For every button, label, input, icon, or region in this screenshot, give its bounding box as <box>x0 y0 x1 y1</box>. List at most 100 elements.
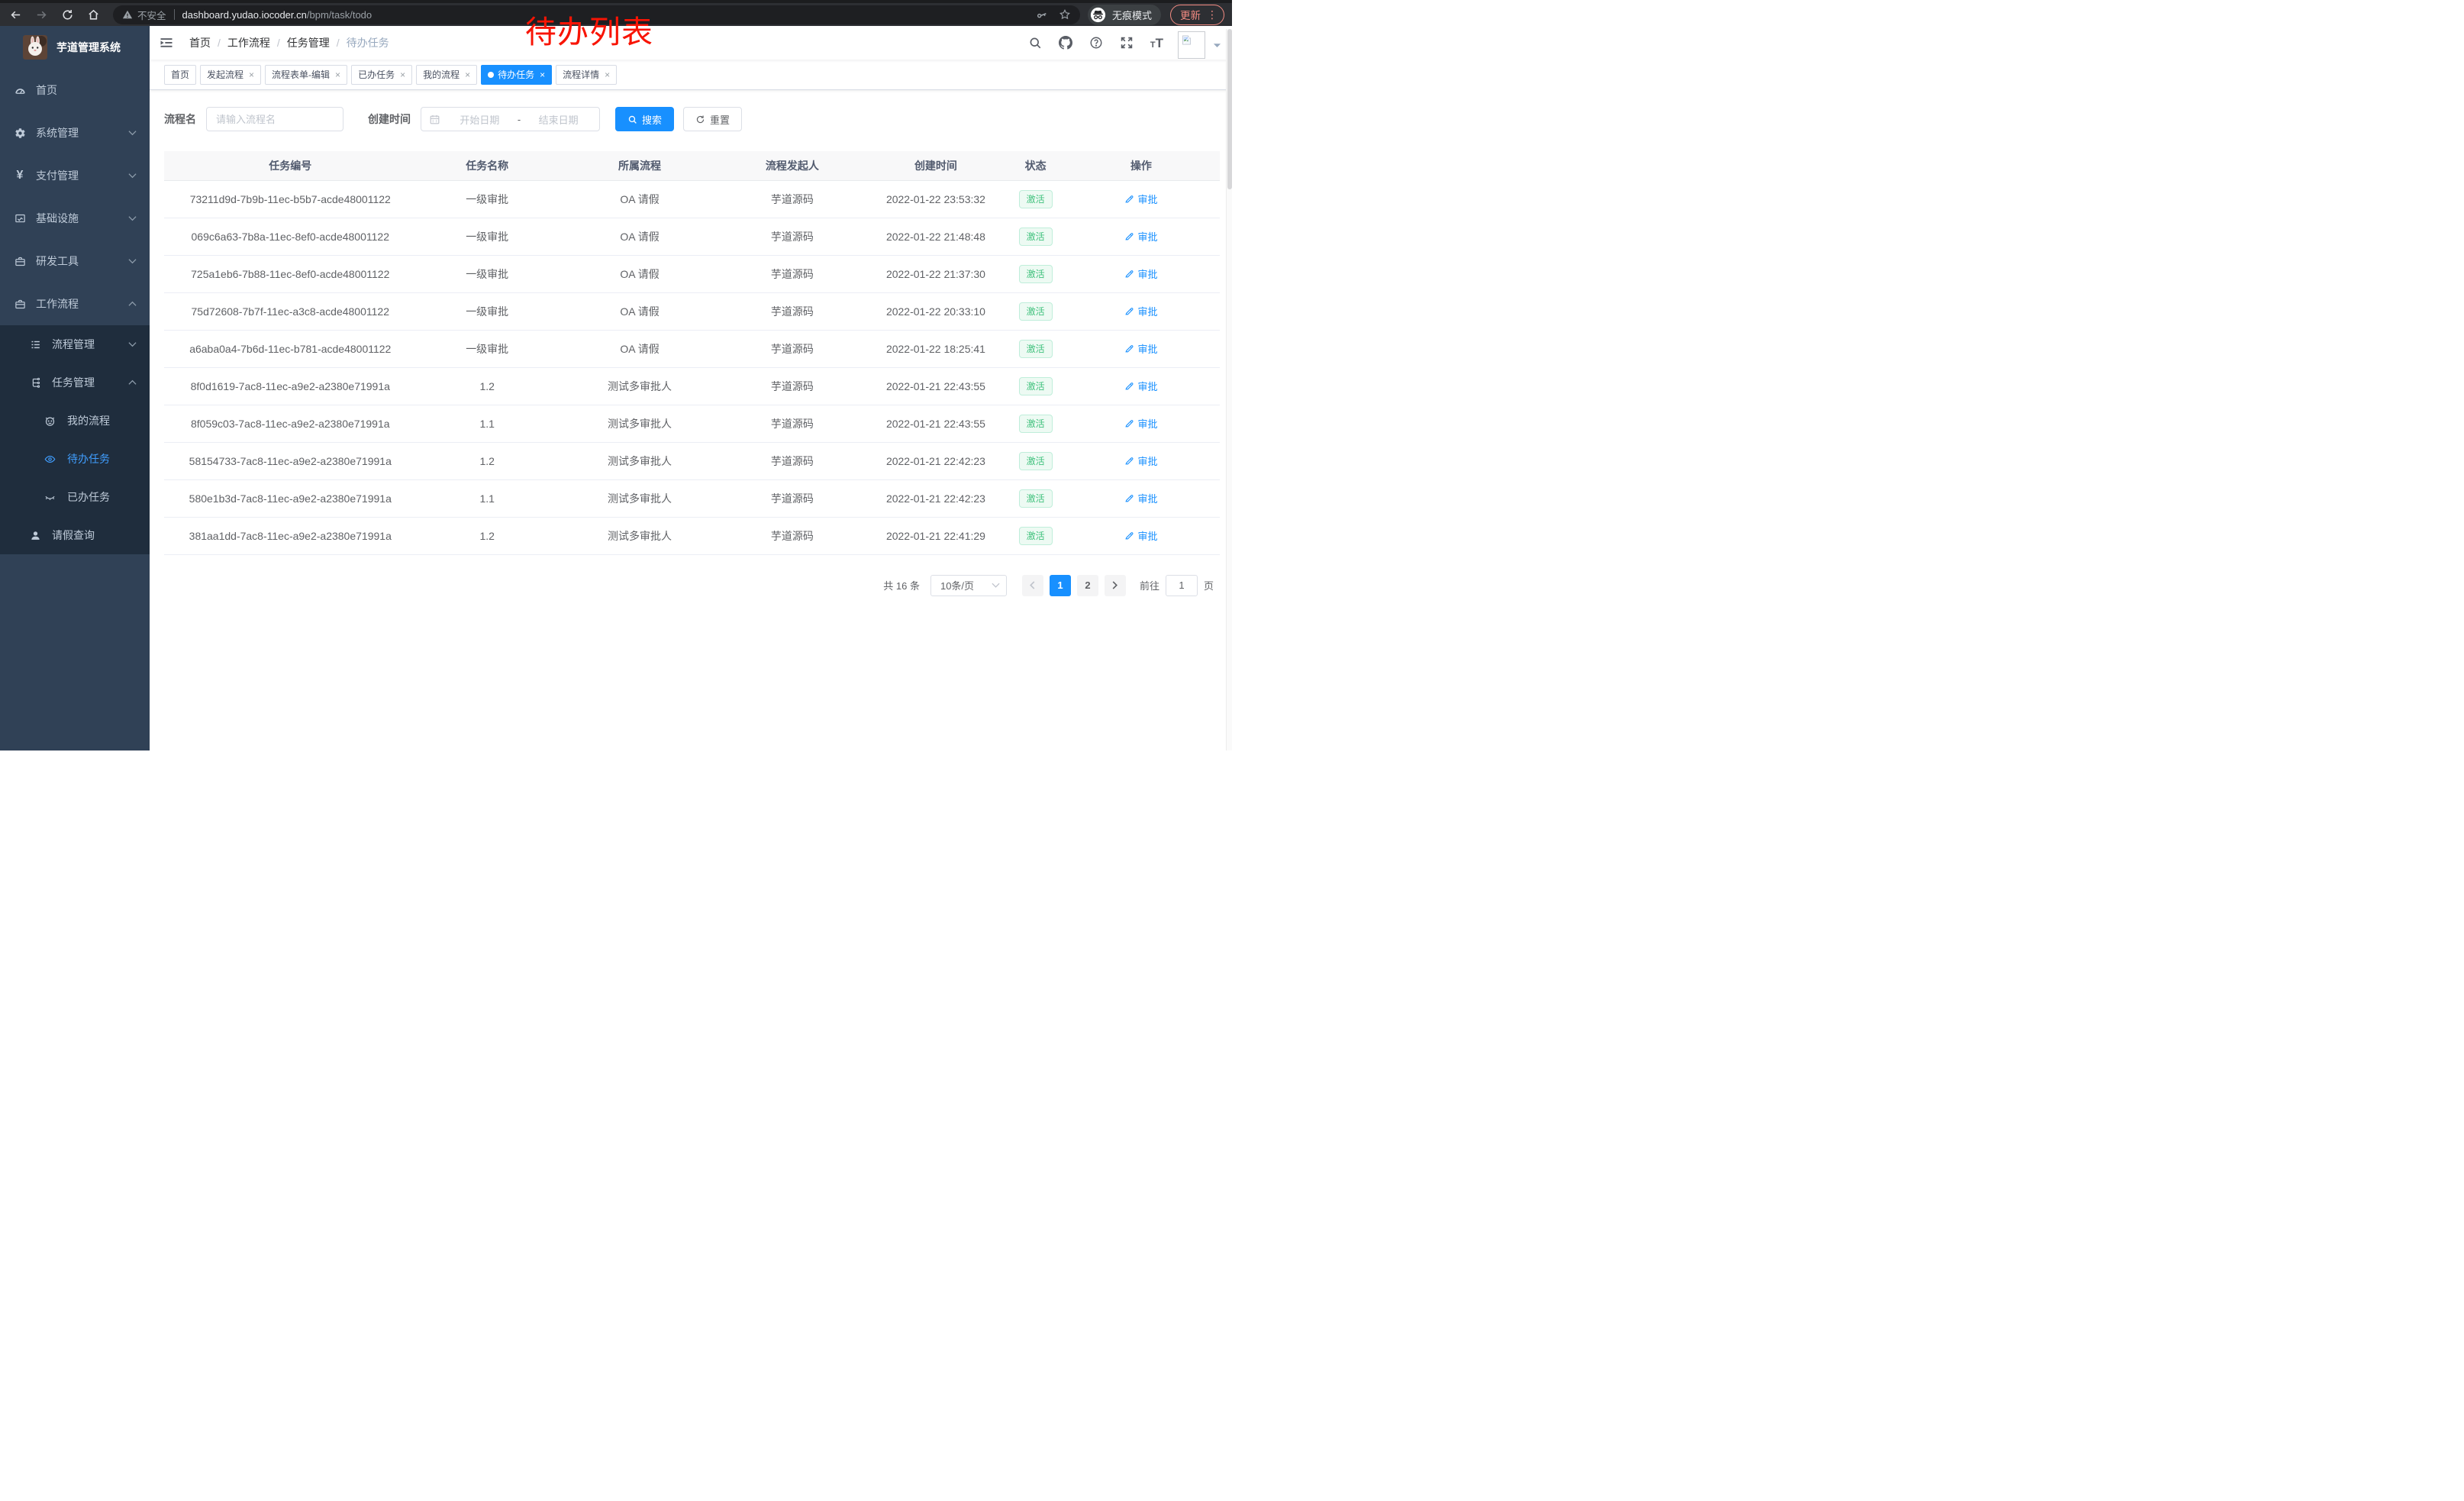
process-name-input[interactable] <box>206 107 343 131</box>
approve-link[interactable]: 审批 <box>1124 416 1157 431</box>
tab-done-task[interactable]: 已办任务× <box>351 65 412 85</box>
incognito-label: 无痕模式 <box>1112 8 1152 22</box>
tab-home[interactable]: 首页 <box>164 65 196 85</box>
cell-create-time: 2022-01-21 22:43:55 <box>863 405 1009 442</box>
close-icon[interactable]: × <box>540 70 545 79</box>
tags-view-bar: 首页发起流程×流程表单-编辑×已办任务×我的流程×待办任务×流程详情× <box>150 60 1232 90</box>
navbar: 首页/工作流程/任务管理/待办任务 TT <box>150 26 1232 60</box>
cell-create-time: 2022-01-22 18:25:41 <box>863 330 1009 367</box>
tab-start-process[interactable]: 发起流程× <box>200 65 261 85</box>
font-size-icon[interactable]: TT <box>1142 37 1172 50</box>
face-icon <box>44 415 56 427</box>
filter-form: 流程名 创建时间 开始日期 - 结束日期 搜索 <box>164 107 1220 131</box>
sidebar-item-infra[interactable]: 基础设施 <box>0 197 150 240</box>
briefcase-icon <box>14 298 26 310</box>
tab-my-process[interactable]: 我的流程 × <box>416 65 477 85</box>
page-size-select[interactable]: 10条/页 <box>930 575 1007 596</box>
page-scrollbar[interactable] <box>1226 29 1232 750</box>
approve-link[interactable]: 审批 <box>1124 491 1157 505</box>
avatar[interactable] <box>1178 31 1205 59</box>
table-row: 069c6a63-7b8a-11ec-8ef0-acde48001122一级审批… <box>164 218 1220 255</box>
column-header: 所属流程 <box>558 151 721 180</box>
sidebar-item-workflow[interactable]: 工作流程 <box>0 282 150 325</box>
sidebar-item-todo-task[interactable]: 待办任务 <box>0 440 150 478</box>
sidebar-item-label: 任务管理 <box>52 375 95 390</box>
approve-link[interactable]: 审批 <box>1124 304 1157 318</box>
search-button[interactable]: 搜索 <box>615 107 674 131</box>
sidebar-item-devtools[interactable]: 研发工具 <box>0 240 150 282</box>
close-icon[interactable]: × <box>335 70 340 79</box>
prev-page-button[interactable] <box>1022 575 1043 596</box>
cell-process: 测试多审批人 <box>558 517 721 554</box>
date-range-picker[interactable]: 开始日期 - 结束日期 <box>421 107 600 131</box>
close-icon[interactable]: × <box>465 70 470 79</box>
breadcrumb-item[interactable]: 首页 <box>189 35 211 50</box>
bookmark-star-icon[interactable] <box>1059 8 1071 21</box>
sidebar-logo[interactable]: 芋道管理系统 <box>0 26 150 69</box>
table-row: 73211d9d-7b9b-11ec-b5b7-acde48001122一级审批… <box>164 180 1220 218</box>
table-row: 8f059c03-7ac8-11ec-a9e2-a2380e71991a1.1测… <box>164 405 1220 442</box>
avatar-caret-icon[interactable] <box>1213 43 1221 49</box>
column-header: 创建时间 <box>863 151 1009 180</box>
column-header: 流程发起人 <box>721 151 863 180</box>
cell-process: OA 请假 <box>558 255 721 292</box>
pencil-icon <box>1124 306 1137 316</box>
close-icon[interactable]: × <box>605 70 610 79</box>
password-key-icon[interactable] <box>1036 8 1048 21</box>
cell-task-id: 580e1b3d-7ac8-11ec-a9e2-a2380e71991a <box>164 479 417 517</box>
next-page-button[interactable] <box>1105 575 1126 596</box>
approve-link[interactable]: 审批 <box>1124 229 1157 244</box>
process-name-label: 流程名 <box>164 111 196 127</box>
create-time-label: 创建时间 <box>368 111 411 127</box>
sidebar-item-leave-query[interactable]: 请假查询 <box>0 516 150 554</box>
close-icon[interactable]: × <box>249 70 254 79</box>
search-icon[interactable] <box>1020 36 1050 50</box>
approve-link[interactable]: 审批 <box>1124 266 1157 281</box>
cell-action: 审批 <box>1063 330 1220 367</box>
approve-link[interactable]: 审批 <box>1124 454 1157 468</box>
home-button[interactable] <box>85 7 101 22</box>
github-icon[interactable] <box>1050 36 1081 50</box>
cell-task-id: 069c6a63-7b8a-11ec-8ef0-acde48001122 <box>164 218 417 255</box>
approve-link[interactable]: 审批 <box>1124 341 1157 356</box>
sidebar-item-home[interactable]: 首页 <box>0 69 150 111</box>
page-button-2[interactable]: 2 <box>1077 575 1098 596</box>
sidebar-item-task-mgmt[interactable]: 任务管理 <box>0 363 150 402</box>
tab-todo-task[interactable]: 待办任务× <box>481 65 552 85</box>
help-icon[interactable] <box>1081 36 1111 50</box>
forward-button[interactable] <box>34 7 49 22</box>
goto-page-input[interactable] <box>1166 575 1198 596</box>
sidebar-item-done-task[interactable]: 已办任务 <box>0 478 150 516</box>
sidebar-fold-icon[interactable] <box>159 34 176 51</box>
table-row: 8f0d1619-7ac8-11ec-a9e2-a2380e71991a1.2测… <box>164 367 1220 405</box>
sidebar-item-label: 系统管理 <box>36 125 79 140</box>
tab-label: 我的流程 <box>423 68 460 81</box>
page-button-1[interactable]: 1 <box>1050 575 1071 596</box>
sidebar-item-payment[interactable]: ¥支付管理 <box>0 154 150 197</box>
approve-link[interactable]: 审批 <box>1124 379 1157 393</box>
cell-starter: 芋道源码 <box>721 330 863 367</box>
tab-form-edit[interactable]: 流程表单-编辑× <box>265 65 347 85</box>
sidebar-item-process-mgmt[interactable]: 流程管理 <box>0 325 150 363</box>
reload-button[interactable] <box>60 7 75 22</box>
fullscreen-icon[interactable] <box>1111 36 1142 50</box>
breadcrumb-item[interactable]: 任务管理 <box>287 35 330 50</box>
table-header-row: 任务编号任务名称所属流程流程发起人创建时间状态操作 <box>164 151 1220 180</box>
sidebar-item-label: 已办任务 <box>67 489 110 505</box>
back-button[interactable] <box>8 7 23 22</box>
browser-update-button[interactable]: 更新 ⋮ <box>1170 5 1224 25</box>
approve-link[interactable]: 审批 <box>1124 528 1157 543</box>
close-icon[interactable]: × <box>400 70 405 79</box>
sidebar-item-system[interactable]: 系统管理 <box>0 111 150 154</box>
reset-button[interactable]: 重置 <box>683 107 742 131</box>
approve-link[interactable]: 审批 <box>1124 192 1157 206</box>
cell-status: 激活 <box>1008 255 1063 292</box>
sidebar: 芋道管理系统 首页系统管理 ¥支付管理基础设施研发工具工作流程流程管理任务管理我的… <box>0 26 150 750</box>
cell-status: 激活 <box>1008 180 1063 218</box>
dashboard-icon <box>14 84 26 96</box>
cell-starter: 芋道源码 <box>721 292 863 330</box>
breadcrumb-item[interactable]: 工作流程 <box>227 35 270 50</box>
tab-process-detail[interactable]: 流程详情× <box>556 65 617 85</box>
sidebar-item-my-process[interactable]: 我的流程 <box>0 402 150 440</box>
browser-menu-icon[interactable]: ⋮ <box>1207 9 1217 20</box>
